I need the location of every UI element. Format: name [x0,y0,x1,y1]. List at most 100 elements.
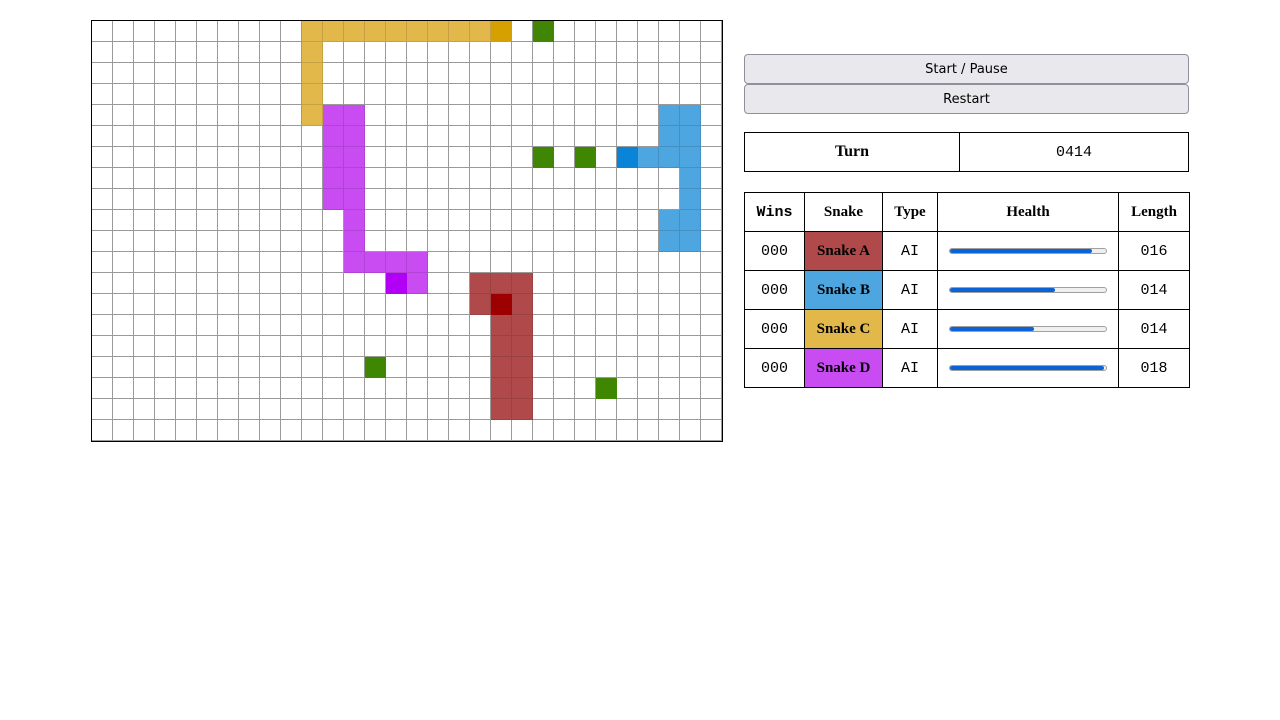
snake-a-head [491,294,512,315]
start-pause-button[interactable]: Start / Pause [744,54,1189,84]
snake-a-body-segment [470,294,491,315]
snake-a-body-segment [512,336,533,357]
snake-d-body-segment [323,126,344,147]
wins-header: Wins [744,192,805,232]
snake-b-body-segment [680,126,701,147]
snake-b-body-segment [659,105,680,126]
snake-c-body-segment [302,84,323,105]
snake-d-body-segment [407,252,428,273]
snake-a-body-segment [491,378,512,399]
snake-a-body-segment [491,399,512,420]
snake-a-body-segment [491,336,512,357]
snake-a-body-segment [491,357,512,378]
snake-c-body-segment [323,21,344,42]
length-cell: 014 [1118,309,1190,349]
snake-a-body-segment [512,273,533,294]
snake-d-body-segment [323,105,344,126]
health-fill [950,327,1035,331]
snake-b-body-segment [680,168,701,189]
snake-d-body-segment [344,105,365,126]
health-fill [950,288,1055,292]
snake-d-head [386,273,407,294]
type-header: Type [882,192,938,232]
health-header: Health [937,192,1119,232]
food-pellet [365,357,386,378]
snake-row: 000 Snake B AI 014 [744,270,1190,310]
snake-row: 000 Snake D AI 018 [744,348,1190,388]
snake-c-body-segment [386,21,407,42]
snake-name-cell: Snake D [804,348,883,388]
snake-c-body-segment [449,21,470,42]
snake-a-body-segment [512,399,533,420]
length-header: Length [1118,192,1190,232]
snake-a-body-segment [512,315,533,336]
length-cell: 018 [1118,348,1190,388]
health-fill [950,366,1105,370]
food-pellet [533,21,554,42]
snake-scoreboard: Wins Snake Type Health Length 000 Snake … [744,192,1190,388]
wins-cell: 000 [744,309,805,349]
snake-d-body-segment [323,189,344,210]
snake-d-body-segment [344,189,365,210]
snake-b-body-segment [680,210,701,231]
health-bar [949,248,1107,254]
wins-cell: 000 [744,231,805,271]
health-cell [937,231,1119,271]
snake-c-body-segment [365,21,386,42]
snake-c-body-segment [302,63,323,84]
health-bar [949,326,1107,332]
restart-button[interactable]: Restart [744,84,1189,114]
game-board [91,20,723,442]
turn-label: Turn [744,132,960,172]
snake-name-cell: Snake B [804,270,883,310]
type-cell: AI [882,231,938,271]
snake-c-head [491,21,512,42]
snake-d-body-segment [344,168,365,189]
snake-c-body-segment [344,21,365,42]
snake-c-body-segment [407,21,428,42]
snake-b-body-segment [680,105,701,126]
snake-c-body-segment [470,21,491,42]
snake-d-body-segment [407,273,428,294]
snake-d-body-segment [344,147,365,168]
food-pellet [533,147,554,168]
snake-a-body-segment [491,315,512,336]
snake-d-body-segment [344,126,365,147]
snake-d-body-segment [344,210,365,231]
snake-b-body-segment [659,231,680,252]
snake-d-body-segment [344,231,365,252]
snake-header: Snake [804,192,883,232]
wins-cell: 000 [744,348,805,388]
snake-c-body-segment [302,105,323,126]
snake-a-body-segment [491,273,512,294]
food-pellet [596,378,617,399]
snake-d-body-segment [323,168,344,189]
wins-cell: 000 [744,270,805,310]
food-pellet [575,147,596,168]
health-cell [937,348,1119,388]
health-bar [949,287,1107,293]
snake-d-body-segment [323,147,344,168]
snake-b-body-segment [659,147,680,168]
snake-a-body-segment [512,294,533,315]
snake-c-body-segment [428,21,449,42]
snake-a-body-segment [512,378,533,399]
turn-counter: 0414 [959,132,1189,172]
snake-a-body-segment [470,273,491,294]
snake-a-body-segment [512,357,533,378]
length-cell: 014 [1118,270,1190,310]
snake-name-cell: Snake A [804,231,883,271]
snake-b-body-segment [638,147,659,168]
snake-c-body-segment [302,21,323,42]
type-cell: AI [882,309,938,349]
snake-b-body-segment [659,210,680,231]
turn-table: Turn 0414 [744,132,1189,172]
length-cell: 016 [1118,231,1190,271]
health-cell [937,309,1119,349]
health-cell [937,270,1119,310]
snake-b-head [617,147,638,168]
health-bar [949,365,1107,371]
snake-b-body-segment [659,126,680,147]
snake-b-body-segment [680,189,701,210]
type-cell: AI [882,348,938,388]
